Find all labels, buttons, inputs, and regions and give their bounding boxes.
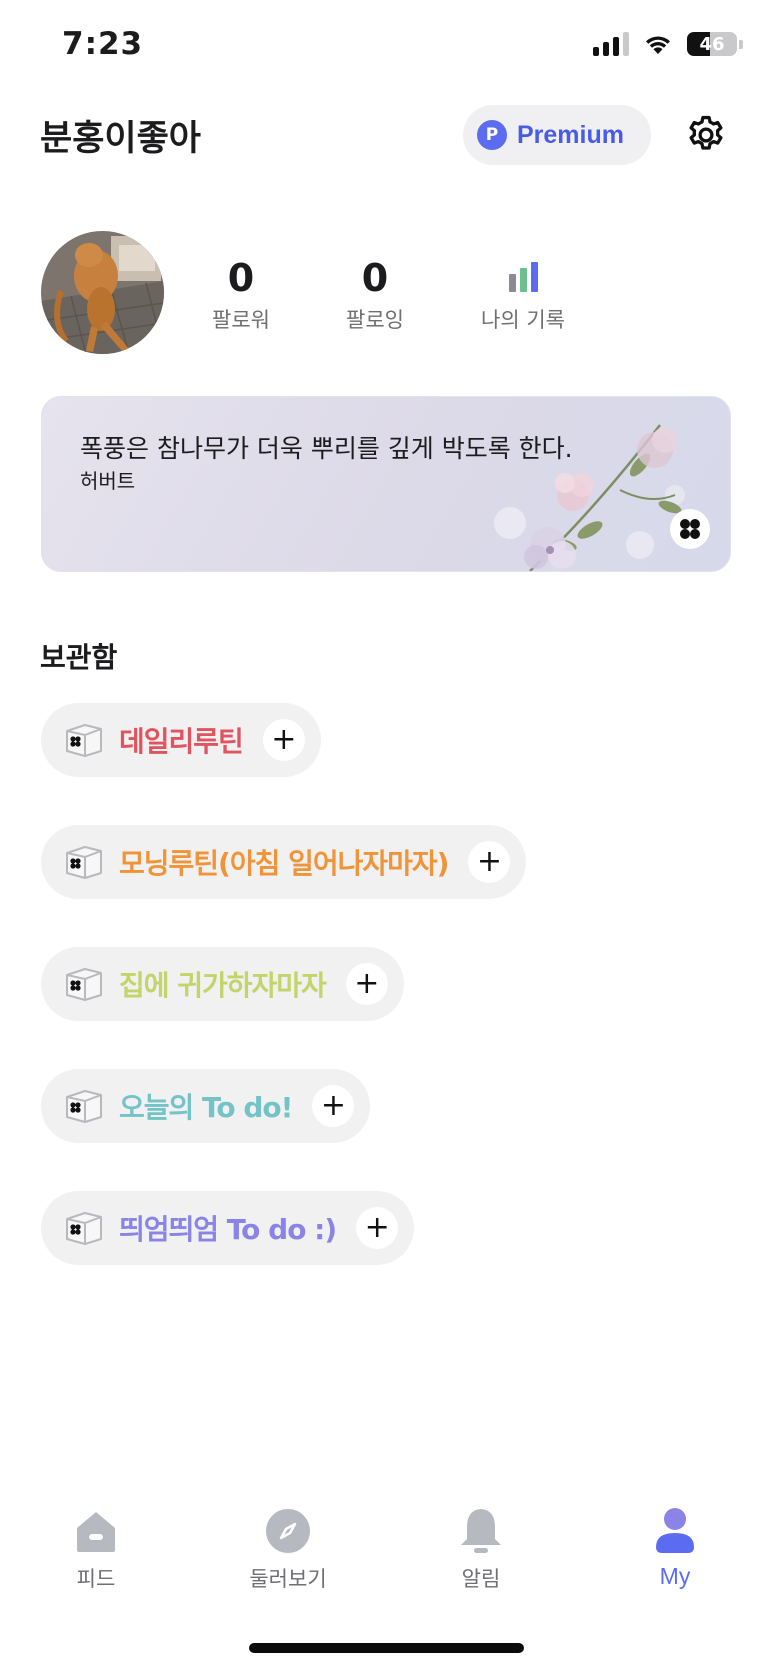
storage-folder[interactable]: 모닝루틴(아침 일어나자마자) + <box>41 825 527 899</box>
tab-label: 피드 <box>76 1567 116 1591</box>
quote-card[interactable]: 폭풍은 참나무가 더욱 뿌리를 깊게 박도록 한다. 허버트 <box>41 396 731 572</box>
following-count: 0 <box>361 256 389 300</box>
cat-photo <box>41 231 164 354</box>
gear-icon <box>689 115 723 150</box>
avatar[interactable] <box>41 231 164 354</box>
status-bar: 7:23 46 <box>0 0 773 92</box>
home-indicator[interactable] <box>249 1643 524 1653</box>
bar-chart-icon <box>463 256 583 300</box>
my-records-label: 나의 기록 <box>481 308 565 332</box>
tab-label: 둘러보기 <box>249 1567 327 1591</box>
storage-folder[interactable]: 오늘의 To do! + <box>41 1069 371 1143</box>
add-item-button[interactable]: + <box>468 841 511 883</box>
box-icon <box>66 1212 102 1245</box>
premium-p-icon: P <box>477 120 507 150</box>
followers-count: 0 <box>227 256 255 300</box>
premium-button[interactable]: P Premium <box>463 105 651 165</box>
add-item-button[interactable]: + <box>345 963 388 1005</box>
box-icon <box>66 724 102 757</box>
add-item-button[interactable]: + <box>312 1085 355 1127</box>
compass-icon <box>266 1509 310 1553</box>
add-item-button[interactable]: + <box>356 1207 399 1249</box>
add-item-button[interactable]: + <box>262 719 305 761</box>
battery-percent: 46 <box>699 33 725 55</box>
following-label: 팔로잉 <box>346 308 404 332</box>
following-stat[interactable]: 0 팔로잉 <box>315 256 435 334</box>
settings-button[interactable] <box>684 113 728 157</box>
tab-feed[interactable]: 피드 <box>36 1505 156 1593</box>
followers-label: 팔로워 <box>212 308 270 332</box>
folder-label: 데일리루틴 <box>119 725 244 758</box>
folder-label: 집에 귀가하자마자 <box>119 969 327 1002</box>
storage-folder[interactable]: 띄엄띄엄 To do :) + <box>41 1191 415 1265</box>
folder-label: 모닝루틴(아침 일어나자마자) <box>119 847 449 880</box>
tab-my[interactable]: My <box>615 1505 735 1590</box>
cellular-signal-icon <box>593 32 629 56</box>
folder-label: 띄엄띄엄 To do :) <box>119 1213 337 1246</box>
tab-explore[interactable]: 둘러보기 <box>228 1505 348 1593</box>
page-title: 분홍이좋아 <box>40 119 202 159</box>
tab-label: My <box>659 1563 691 1589</box>
tab-notifications[interactable]: 알림 <box>421 1505 541 1593</box>
box-icon <box>66 1090 102 1123</box>
person-icon <box>656 1508 694 1553</box>
premium-label: Premium <box>517 120 624 149</box>
box-icon <box>66 846 102 879</box>
bell-icon <box>461 1509 501 1553</box>
status-time: 7:23 <box>62 26 144 62</box>
tab-label: 알림 <box>461 1567 501 1591</box>
bookmark-badge-icon[interactable] <box>670 509 710 549</box>
followers-stat[interactable]: 0 팔로워 <box>181 256 301 334</box>
folder-label: 오늘의 To do! <box>119 1091 293 1124</box>
storage-folder[interactable]: 데일리루틴 + <box>41 703 321 777</box>
storage-folder[interactable]: 집에 귀가하자마자 + <box>41 947 404 1021</box>
battery-icon: 46 <box>687 32 737 56</box>
storage-title: 보관함 <box>40 641 118 674</box>
my-records-button[interactable]: 나의 기록 <box>463 256 583 334</box>
box-icon <box>66 968 102 1001</box>
home-icon <box>77 1512 115 1552</box>
quote-author: 허버트 <box>80 469 136 493</box>
status-icons: 46 <box>593 32 743 56</box>
wifi-icon <box>646 36 670 54</box>
